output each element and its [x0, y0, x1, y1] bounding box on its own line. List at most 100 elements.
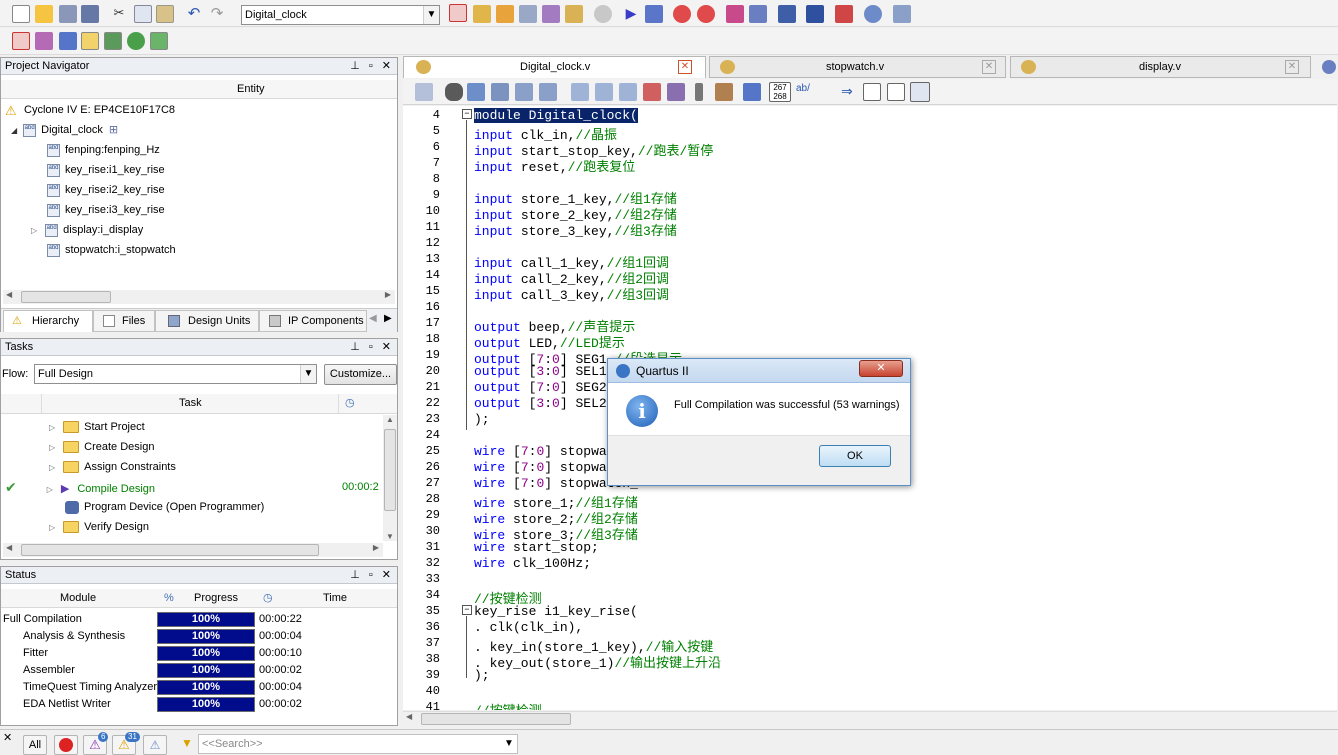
close-tab-icon[interactable]: ✕ — [1285, 60, 1299, 74]
arrow-right-icon[interactable]: ⇒ — [841, 83, 859, 101]
entity-combo[interactable]: Digital_clock ▼ — [241, 5, 440, 25]
expand-icon[interactable]: ▷ — [49, 523, 55, 532]
indent-icon[interactable] — [515, 83, 533, 101]
task-row[interactable]: Program Device (Open Programmer) — [65, 497, 264, 517]
copy-icon[interactable] — [134, 5, 152, 23]
filter-all-button[interactable]: All — [23, 735, 47, 755]
close-tab-icon[interactable]: ✕ — [678, 60, 692, 74]
filter-icon[interactable]: ▼ — [181, 736, 193, 750]
tree-item[interactable]: ▷ abd display:i_display — [31, 220, 143, 240]
cut-icon[interactable]: ✂ — [110, 5, 128, 23]
layout-icon[interactable] — [104, 32, 122, 50]
scroll-left-icon[interactable]: ◀ — [6, 290, 12, 299]
close-icon[interactable]: ✕ — [3, 731, 12, 744]
redo-icon[interactable]: ↷ — [208, 4, 226, 22]
editor-horizontal-scrollbar[interactable]: ◀ — [403, 711, 1337, 725]
collapse-icon[interactable]: − — [462, 605, 472, 615]
entity-column-header[interactable]: Entity — [1, 80, 397, 99]
close-icon[interactable]: ✕ — [859, 360, 903, 377]
scroll-thumb[interactable] — [21, 544, 319, 556]
scroll-up-icon[interactable]: ▲ — [386, 415, 394, 424]
panel-controls[interactable]: ⊥ ▫ ✕ — [350, 567, 394, 583]
timequest-icon[interactable] — [697, 5, 715, 23]
settings-icon[interactable] — [519, 5, 537, 23]
filter-errors-button[interactable] — [54, 735, 78, 755]
timing-icon[interactable] — [673, 5, 691, 23]
task-row[interactable]: ▷ Create Design — [49, 437, 154, 457]
save-icon[interactable] — [59, 5, 77, 23]
bookmark-list-icon[interactable] — [667, 83, 685, 101]
scroll-down-icon[interactable]: ▼ — [386, 532, 394, 541]
horizontal-scrollbar[interactable]: ◀ ▶ — [3, 543, 383, 557]
compare-icon[interactable] — [449, 4, 467, 22]
device-row[interactable]: ⚠ Cyclone IV E: EP4CE10F17C8 — [5, 100, 175, 120]
expand-icon[interactable]: ▷ — [49, 443, 55, 452]
goto-icon[interactable] — [491, 83, 509, 101]
document-icon[interactable] — [910, 82, 930, 102]
refresh-icon[interactable] — [127, 32, 145, 50]
flow-combo[interactable]: Full Design ▼ — [34, 364, 317, 384]
undo-icon[interactable]: ↶ — [185, 4, 203, 22]
customize-button[interactable]: Customize... — [324, 364, 397, 385]
scroll-thumb[interactable] — [421, 713, 571, 725]
tree-item[interactable]: abd key_rise:i1_key_rise — [47, 160, 165, 180]
checklist-icon[interactable] — [150, 32, 168, 50]
chevron-down-icon[interactable]: ▼ — [423, 6, 439, 24]
tab-display-v[interactable]: display.v ✕ — [1010, 56, 1311, 78]
task-row-compile[interactable]: ✔ ▷ ▶ Compile Design 00:00:2 — [5, 477, 379, 497]
expand-icon[interactable]: ▷ — [47, 485, 53, 494]
edit-icon[interactable] — [743, 83, 761, 101]
stop-icon[interactable] — [594, 5, 612, 23]
netlist-viewer-icon[interactable] — [726, 5, 744, 23]
tree-item[interactable]: abd key_rise:i3_key_rise — [47, 200, 165, 220]
start-compilation-icon[interactable]: ▶ — [622, 5, 640, 23]
tab-design-units[interactable]: Design Units — [155, 310, 259, 332]
scroll-thumb[interactable] — [384, 429, 396, 511]
tree-item[interactable]: abd key_rise:i2_key_rise — [47, 180, 165, 200]
template-icon[interactable] — [715, 83, 733, 101]
tab-stopwatch-v[interactable]: stopwatch.v ✕ — [709, 56, 1006, 78]
panel-controls[interactable]: ⊥ ▫ ✕ — [350, 339, 394, 355]
filter-suppressed-button[interactable]: ⚠ — [143, 735, 167, 755]
task-row[interactable]: ▷ Assign Constraints — [49, 457, 176, 477]
tree-item[interactable]: abd stopwatch:i_stopwatch — [47, 240, 176, 260]
tab-scroll-left-icon[interactable]: ◀ — [369, 313, 377, 324]
tab-hierarchy[interactable]: ⚠ Hierarchy — [3, 310, 93, 332]
chip-icon[interactable] — [806, 5, 824, 23]
pin-planner-icon[interactable] — [496, 5, 514, 23]
paperclip-icon[interactable] — [695, 83, 703, 101]
document-icon[interactable] — [863, 83, 881, 101]
expand-icon[interactable]: ▷ — [31, 226, 37, 235]
assignment-editor-icon[interactable] — [473, 5, 491, 23]
scroll-left-icon[interactable]: ◀ — [6, 543, 12, 552]
open-icon[interactable] — [35, 5, 53, 23]
bookmark-next-icon[interactable] — [595, 83, 613, 101]
tab-files[interactable]: Files — [93, 310, 155, 332]
line-numbers-icon[interactable]: 267 268 — [769, 82, 791, 102]
collapse-icon[interactable]: ◢ — [11, 126, 17, 135]
help-icon[interactable] — [864, 5, 882, 23]
scroll-right-icon[interactable]: ▶ — [373, 543, 379, 552]
new-file-icon[interactable] — [12, 5, 30, 23]
task-row[interactable]: ▷ Verify Design — [49, 517, 149, 537]
scroll-thumb[interactable] — [21, 291, 111, 303]
tree-item[interactable]: abd fenping:fenping_Hz — [47, 140, 160, 160]
scroll-left-icon[interactable]: ◀ — [406, 712, 412, 721]
collapse-icon[interactable]: − — [462, 109, 472, 119]
chip-planner-icon[interactable] — [542, 5, 560, 23]
save-all-icon[interactable] — [81, 5, 99, 23]
more-tabs-icon[interactable] — [1322, 60, 1336, 74]
bookmark-clear-icon[interactable] — [643, 83, 661, 101]
close-tab-icon[interactable]: ✕ — [982, 60, 996, 74]
find-replace-icon[interactable] — [467, 83, 485, 101]
task-row[interactable]: ▷ Start Project — [49, 417, 145, 437]
navigator-toggle-icon[interactable] — [81, 32, 99, 50]
ab-icon[interactable]: ab/ — [796, 83, 814, 101]
analysis-icon[interactable] — [645, 5, 663, 23]
document-icon[interactable] — [887, 83, 905, 101]
design-partition-icon[interactable] — [565, 5, 583, 23]
top-entity-row[interactable]: ◢ abd Digital_clock ⊞ — [11, 120, 118, 140]
bookmark-prev-icon[interactable] — [619, 83, 637, 101]
edit-icon[interactable] — [59, 32, 77, 50]
pin-icon[interactable] — [415, 83, 433, 101]
